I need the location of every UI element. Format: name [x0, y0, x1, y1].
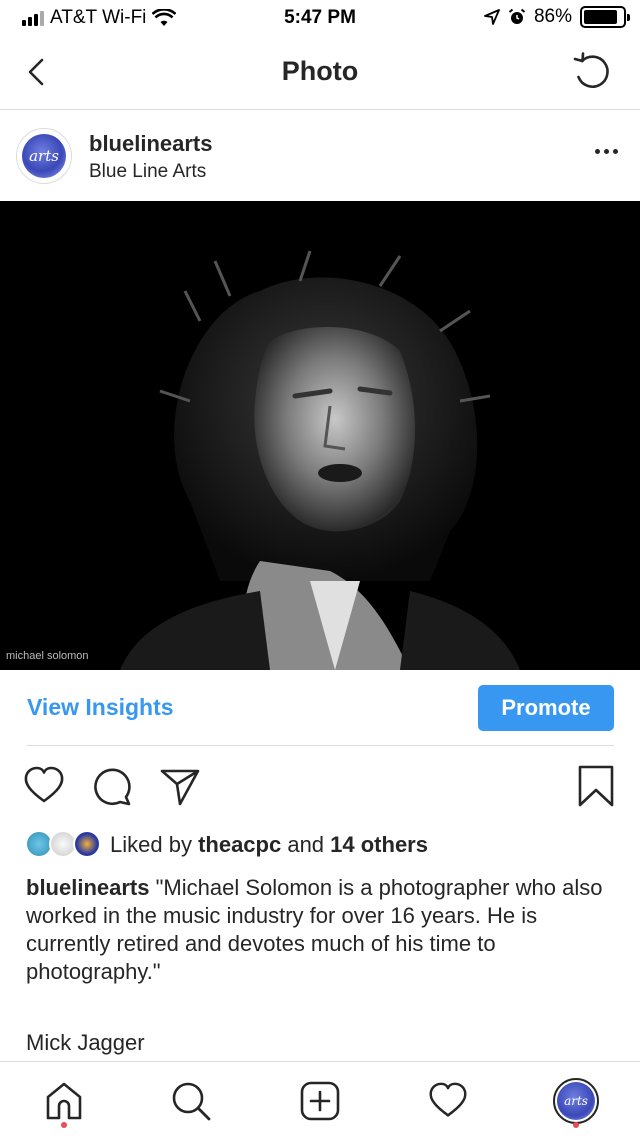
search-icon	[172, 1082, 211, 1121]
bookmark-icon[interactable]	[574, 764, 618, 808]
caption-subtitle: Mick Jagger	[26, 1030, 145, 1055]
heart-icon	[429, 1082, 467, 1117]
post-actions	[0, 760, 640, 816]
likes-others[interactable]: 14 others	[330, 832, 428, 857]
plus-square-icon	[300, 1081, 340, 1121]
likes-row[interactable]: Liked by theacpc and 14 others	[25, 828, 428, 862]
battery-percent: 86%	[533, 6, 572, 27]
location-icon	[484, 9, 500, 25]
notification-dot	[61, 1122, 67, 1128]
liker-username[interactable]: theacpc	[198, 832, 281, 857]
alarm-icon	[508, 8, 526, 24]
tab-activity[interactable]	[425, 1078, 471, 1124]
username[interactable]: bluelinearts	[89, 131, 212, 157]
full-name: Blue Line Arts	[89, 161, 207, 182]
tab-new-post[interactable]	[297, 1078, 343, 1124]
share-icon[interactable]	[158, 764, 202, 808]
avatar-image: arts	[22, 134, 66, 178]
more-options-icon[interactable]	[595, 149, 618, 154]
status-bar: AT&T Wi-Fi 5:47 PM 86%	[0, 0, 640, 40]
liker-avatar	[73, 830, 101, 858]
caption-username[interactable]: bluelinearts	[26, 875, 149, 900]
promote-button[interactable]: Promote	[478, 685, 614, 731]
nav-header: Photo	[0, 40, 640, 110]
home-icon	[46, 1082, 82, 1120]
post-photo[interactable]: michael solomon	[0, 201, 640, 670]
photo-credit: michael solomon	[6, 650, 89, 662]
divider	[27, 745, 614, 746]
view-insights-link[interactable]: View Insights	[27, 694, 174, 721]
tab-search[interactable]	[168, 1078, 214, 1124]
notification-dot	[573, 1122, 579, 1128]
liker-avatars	[25, 830, 105, 860]
tab-bar: arts	[0, 1061, 640, 1138]
page-title: Photo	[281, 56, 359, 86]
heart-icon[interactable]	[22, 764, 66, 808]
comment-icon[interactable]	[90, 764, 134, 808]
refresh-icon[interactable]	[570, 50, 616, 96]
avatar: arts	[553, 1078, 599, 1124]
tab-home[interactable]	[41, 1078, 87, 1128]
avatar[interactable]: arts	[16, 128, 72, 184]
insights-row: View Insights Promote	[0, 670, 640, 746]
avatar-image: arts	[557, 1082, 595, 1120]
post-header: arts bluelinearts Blue Line Arts	[0, 111, 640, 201]
photo-portrait	[0, 201, 640, 670]
tab-profile[interactable]: arts	[553, 1078, 599, 1128]
battery-icon	[580, 6, 630, 28]
likes-prefix: Liked by	[110, 832, 199, 857]
caption: bluelinearts "Michael Solomon is a photo…	[26, 874, 621, 986]
likes-middle: and	[281, 832, 331, 857]
